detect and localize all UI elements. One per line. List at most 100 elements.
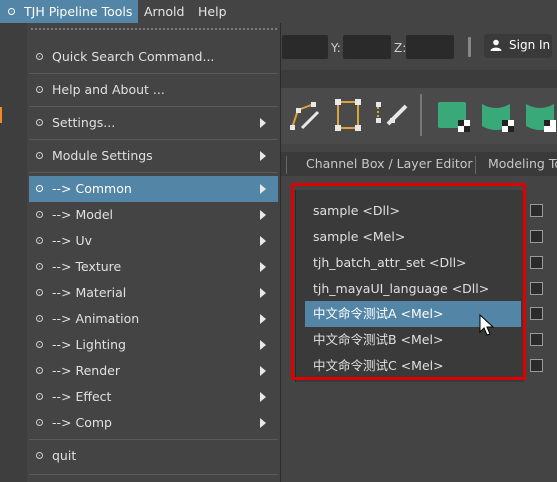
menu-help[interactable]: Help: [192, 0, 232, 23]
menu-item-label: --> Lighting: [52, 337, 126, 352]
menu-item-texture[interactable]: --> Texture: [29, 254, 278, 280]
x-field[interactable]: [282, 35, 328, 59]
tab-divider: [286, 156, 287, 174]
bezier-tool-icon[interactable]: [332, 98, 366, 132]
nurbs-cylinder-icon[interactable]: [480, 100, 516, 134]
menu-separator: [29, 106, 278, 107]
menu-item-label: --> Texture: [52, 259, 122, 274]
submenu-arrow-icon: [260, 366, 266, 376]
checkbox[interactable]: [530, 230, 543, 243]
nurbs-plane-icon[interactable]: [436, 100, 472, 134]
checkbox[interactable]: [530, 359, 543, 372]
menu-separator: [29, 172, 278, 173]
menu-item-label: Help and About ...: [52, 82, 165, 97]
menu-arnold[interactable]: Arnold: [138, 0, 190, 23]
checkbox[interactable]: [530, 256, 543, 269]
menu-bullet-icon: [36, 86, 43, 93]
menu-item-material[interactable]: --> Material: [29, 280, 278, 306]
toolbar-divider: [468, 37, 471, 57]
menu-item-model[interactable]: --> Model: [29, 202, 278, 228]
menu-item-label: --> Effect: [52, 389, 112, 404]
menu-bullet-icon: [36, 367, 43, 374]
submenu-arrow-icon: [260, 340, 266, 350]
menu-separator: [29, 73, 278, 74]
ep-curve-tool-icon[interactable]: [288, 98, 322, 132]
submenu-arrow-icon: [260, 184, 266, 194]
y-field[interactable]: [343, 35, 391, 59]
shelf-divider: [420, 94, 422, 136]
left-toolbar-accent: [0, 107, 2, 123]
menu-bullet-icon: [36, 263, 43, 270]
menu-item-label: Module Settings: [52, 148, 153, 163]
menu-bullet-icon: [36, 185, 43, 192]
z-field[interactable]: [406, 35, 454, 59]
mouse-cursor-icon: [479, 314, 495, 336]
tab-modeling-toolkit[interactable]: Modeling To: [488, 152, 557, 176]
menu-item-animation[interactable]: --> Animation: [29, 306, 278, 332]
menu-bullet-icon: [36, 53, 43, 60]
menu-item-common[interactable]: --> Common: [29, 176, 278, 202]
menu-item-quick-search[interactable]: Quick Search Command...: [29, 44, 278, 70]
menu-item-label: --> Common: [52, 181, 132, 196]
left-toolbar: [0, 23, 27, 482]
submenu-arrow-icon: [260, 418, 266, 428]
menu-bullet-icon: [36, 419, 43, 426]
tab-channel-box[interactable]: Channel Box / Layer Editor: [306, 152, 473, 176]
menu-item-label: --> Animation: [52, 311, 140, 326]
tab-divider: [475, 156, 476, 174]
menu-item-label: Quick Search Command...: [52, 49, 215, 64]
menu-item-help-about[interactable]: Help and About ...: [29, 77, 278, 103]
menu-item-label: --> Model: [52, 207, 113, 222]
menu-item-label: quit: [52, 448, 77, 463]
menu-bullet-icon: [36, 237, 43, 244]
annotation-highlight-box: [291, 183, 526, 380]
menu-bullet-icon: [36, 289, 43, 296]
menu-item-comp[interactable]: --> Comp: [29, 410, 278, 436]
submenu-arrow-icon: [260, 151, 266, 161]
menubar: TJH Pipeline Tools Arnold Help: [0, 0, 557, 23]
menu-item-lighting[interactable]: --> Lighting: [29, 332, 278, 358]
menu-item-label: --> Comp: [52, 415, 112, 430]
menu-separator: [29, 139, 278, 140]
menu-bullet-icon: [36, 393, 43, 400]
y-label: Y:: [331, 41, 341, 55]
shelf-tabs: [280, 70, 557, 88]
user-icon: [490, 39, 502, 51]
checkbox[interactable]: [530, 204, 543, 217]
submenu-arrow-icon: [260, 314, 266, 324]
menu-bullet-icon: [36, 452, 43, 459]
menu-item-settings[interactable]: Settings...: [29, 110, 278, 136]
checkbox[interactable]: [530, 282, 543, 295]
menu-separator: [29, 439, 278, 440]
menu-bullet-icon: [36, 211, 43, 218]
z-label: Z:: [394, 41, 407, 55]
menu-item-quit[interactable]: quit: [29, 443, 278, 469]
submenu-arrow-icon: [260, 288, 266, 298]
menu-item-label: --> Material: [52, 285, 127, 300]
submenu-arrow-icon: [260, 262, 266, 272]
menu-item-render[interactable]: --> Render: [29, 358, 278, 384]
menu-item-label: --> Render: [52, 363, 120, 378]
menu-item-module-settings[interactable]: Module Settings: [29, 143, 278, 169]
menu-tjh-pipeline-tools[interactable]: TJH Pipeline Tools: [0, 0, 138, 23]
tear-off-handle[interactable]: [30, 27, 277, 32]
nurbs-cone-icon[interactable]: [524, 100, 557, 134]
menu-label: TJH Pipeline Tools: [24, 4, 133, 19]
menu-item-effect[interactable]: --> Effect: [29, 384, 278, 410]
menu-item-label: --> Uv: [52, 233, 93, 248]
submenu-arrow-icon: [260, 392, 266, 402]
panel-tabs: Channel Box / Layer Editor Modeling To: [280, 152, 557, 176]
menu-item-label: Settings...: [52, 115, 116, 130]
submenu-arrow-icon: [260, 118, 266, 128]
submenu-arrow-icon: [260, 236, 266, 246]
sign-in-button[interactable]: Sign In: [484, 34, 552, 58]
menu-item-uv[interactable]: --> Uv: [29, 228, 278, 254]
checkbox[interactable]: [530, 333, 543, 346]
menu-bullet-icon: [36, 341, 43, 348]
checkbox[interactable]: [530, 307, 543, 320]
menu-bullet-icon: [8, 8, 15, 15]
menu-separator: [29, 474, 278, 475]
shelf: [280, 88, 557, 144]
pencil-curve-tool-icon[interactable]: [374, 98, 410, 132]
menu-bullet-icon: [36, 119, 43, 126]
